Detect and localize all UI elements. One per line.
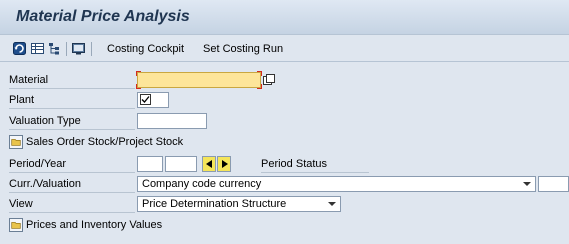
refresh-icon[interactable] — [13, 42, 26, 55]
plant-field[interactable] — [137, 92, 169, 108]
display-icon[interactable] — [72, 42, 85, 55]
valuation-type-row: Valuation Type — [0, 112, 569, 130]
curr-valuation-label: Curr./Valuation — [9, 178, 81, 190]
required-corner-marker — [136, 71, 141, 76]
toolbar-separator — [66, 42, 67, 56]
label-underline — [9, 192, 135, 193]
label-underline — [9, 172, 135, 173]
view-label: View — [9, 198, 33, 210]
chevron-down-icon — [328, 202, 336, 206]
folder-icon — [9, 135, 23, 149]
right-arrow-icon — [222, 160, 228, 168]
valuation-extra-field[interactable] — [538, 176, 569, 192]
prices-inventory-label: Prices and Inventory Values — [26, 219, 163, 231]
hierarchy-icon[interactable] — [48, 42, 61, 55]
label-underline — [9, 212, 135, 213]
label-underline — [261, 172, 369, 173]
label-underline — [9, 129, 135, 130]
view-dropdown[interactable]: Price Determination Structure — [137, 196, 341, 212]
currency-valuation-row: Curr./Valuation Company code currency — [0, 175, 569, 193]
period-year-label: Period/Year — [9, 158, 67, 170]
selection-screen: Material Plant Valuation Type Sales Orde… — [0, 63, 569, 244]
material-field[interactable] — [137, 72, 261, 88]
next-period-button[interactable] — [217, 156, 231, 172]
year-field[interactable] — [165, 156, 197, 172]
set-costing-run-button[interactable]: Set Costing Run — [203, 43, 283, 55]
valuation-type-label: Valuation Type — [9, 115, 81, 127]
material-row: Material — [0, 71, 569, 89]
checkbox-check-icon — [140, 94, 151, 105]
valuation-type-field[interactable] — [137, 113, 207, 129]
required-corner-marker — [257, 84, 262, 89]
period-field[interactable] — [137, 156, 163, 172]
view-row: View Price Determination Structure — [0, 195, 569, 213]
curr-valuation-dropdown[interactable]: Company code currency — [137, 176, 536, 192]
required-corner-marker — [136, 84, 141, 89]
view-value: Price Determination Structure — [142, 198, 287, 210]
curr-valuation-value: Company code currency — [142, 178, 262, 190]
previous-period-button[interactable] — [202, 156, 216, 172]
label-underline — [9, 88, 135, 89]
plant-row: Plant — [0, 91, 569, 109]
period-year-row: Period/Year Period Status — [0, 155, 569, 173]
folder-icon — [9, 218, 23, 232]
toolbar-separator — [91, 42, 92, 56]
material-label: Material — [9, 74, 49, 86]
period-status-label: Period Status — [261, 158, 328, 170]
prices-inventory-button[interactable]: Prices and Inventory Values — [9, 216, 209, 234]
value-help-icon[interactable] — [263, 74, 275, 86]
application-toolbar: Costing Cockpit Set Costing Run — [0, 34, 569, 62]
costing-cockpit-button[interactable]: Costing Cockpit — [107, 43, 184, 55]
required-corner-marker — [257, 71, 262, 76]
label-underline — [9, 108, 135, 109]
title-bar: Material Price Analysis — [0, 0, 569, 34]
page-title: Material Price Analysis — [16, 8, 190, 25]
left-arrow-icon — [206, 160, 212, 168]
plant-label: Plant — [9, 94, 35, 106]
list-icon[interactable] — [31, 42, 44, 55]
sales-order-stock-label: Sales Order Stock/Project Stock — [26, 136, 184, 148]
sales-order-stock-button[interactable]: Sales Order Stock/Project Stock — [9, 133, 229, 151]
chevron-down-icon — [523, 182, 531, 186]
